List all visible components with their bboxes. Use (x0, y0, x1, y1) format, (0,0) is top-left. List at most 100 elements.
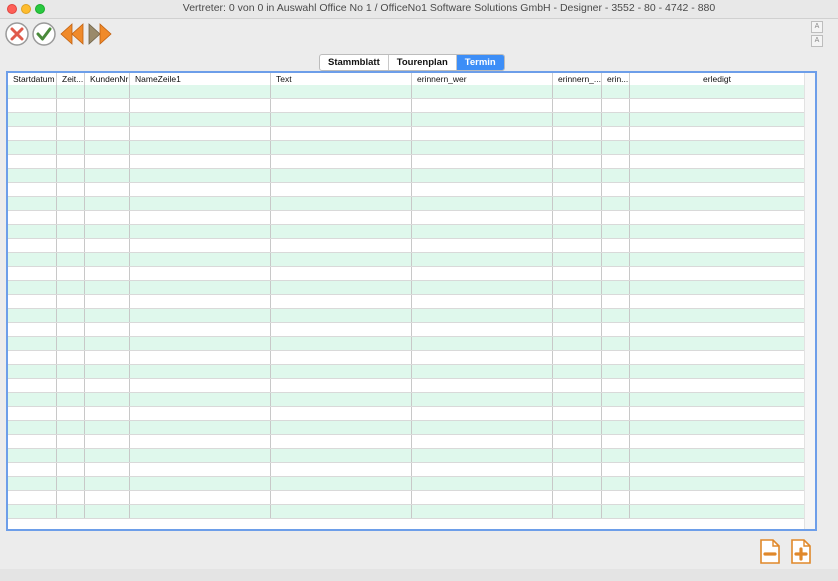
table-cell[interactable] (85, 309, 130, 322)
table-cell[interactable] (85, 477, 130, 490)
table-cell[interactable] (8, 99, 57, 112)
table-cell[interactable] (602, 463, 630, 476)
table-cell[interactable] (8, 449, 57, 462)
table-cell[interactable] (57, 225, 85, 238)
table-cell[interactable] (271, 267, 412, 280)
table-cell[interactable] (553, 99, 602, 112)
table-cell[interactable] (630, 183, 805, 196)
table-cell[interactable] (57, 351, 85, 364)
table-cell[interactable] (85, 491, 130, 504)
table-row[interactable] (8, 183, 805, 197)
table-row[interactable] (8, 505, 805, 519)
table-cell[interactable] (630, 337, 805, 350)
table-cell[interactable] (553, 379, 602, 392)
table-cell[interactable] (130, 323, 271, 336)
column-header-erledigt[interactable]: erledigt (630, 73, 805, 85)
table-cell[interactable] (85, 351, 130, 364)
table-cell[interactable] (412, 127, 553, 140)
table-cell[interactable] (130, 379, 271, 392)
tab-termin[interactable]: Termin (456, 55, 504, 70)
table-cell[interactable] (271, 253, 412, 266)
table-cell[interactable] (412, 253, 553, 266)
table-cell[interactable] (602, 183, 630, 196)
table-cell[interactable] (602, 281, 630, 294)
table-cell[interactable] (553, 505, 602, 518)
table-cell[interactable] (602, 407, 630, 420)
table-cell[interactable] (412, 477, 553, 490)
table-cell[interactable] (271, 323, 412, 336)
table-cell[interactable] (271, 421, 412, 434)
table-cell[interactable] (630, 351, 805, 364)
table-cell[interactable] (130, 99, 271, 112)
table-cell[interactable] (130, 169, 271, 182)
table-cell[interactable] (130, 141, 271, 154)
table-cell[interactable] (57, 211, 85, 224)
table-cell[interactable] (130, 393, 271, 406)
table-cell[interactable] (553, 267, 602, 280)
table-cell[interactable] (57, 113, 85, 126)
table-cell[interactable] (8, 197, 57, 210)
table-cell[interactable] (130, 309, 271, 322)
table-cell[interactable] (412, 169, 553, 182)
table-row[interactable] (8, 155, 805, 169)
table-cell[interactable] (8, 127, 57, 140)
table-cell[interactable] (85, 463, 130, 476)
table-cell[interactable] (630, 155, 805, 168)
table-cell[interactable] (602, 309, 630, 322)
table-cell[interactable] (8, 267, 57, 280)
table-cell[interactable] (553, 351, 602, 364)
table-row[interactable] (8, 113, 805, 127)
table-cell[interactable] (130, 281, 271, 294)
table-cell[interactable] (271, 141, 412, 154)
table-cell[interactable] (602, 197, 630, 210)
table-cell[interactable] (130, 407, 271, 420)
table-cell[interactable] (130, 211, 271, 224)
table-cell[interactable] (602, 365, 630, 378)
table-cell[interactable] (412, 239, 553, 252)
table-cell[interactable] (602, 155, 630, 168)
table-cell[interactable] (553, 155, 602, 168)
table-cell[interactable] (271, 449, 412, 462)
table-cell[interactable] (602, 239, 630, 252)
window-minimize-button[interactable] (21, 4, 31, 14)
table-row[interactable] (8, 407, 805, 421)
table-cell[interactable] (271, 169, 412, 182)
table-cell[interactable] (130, 239, 271, 252)
table-cell[interactable] (630, 169, 805, 182)
table-cell[interactable] (271, 477, 412, 490)
table-cell[interactable] (271, 155, 412, 168)
table-cell[interactable] (630, 239, 805, 252)
table-row[interactable] (8, 211, 805, 225)
table-cell[interactable] (271, 127, 412, 140)
table-cell[interactable] (553, 127, 602, 140)
table-cell[interactable] (630, 127, 805, 140)
table-cell[interactable] (271, 505, 412, 518)
table-cell[interactable] (412, 295, 553, 308)
table-cell[interactable] (8, 183, 57, 196)
table-cell[interactable] (602, 225, 630, 238)
table-cell[interactable] (553, 449, 602, 462)
table-cell[interactable] (130, 505, 271, 518)
table-cell[interactable] (85, 323, 130, 336)
table-cell[interactable] (8, 295, 57, 308)
table-cell[interactable] (8, 477, 57, 490)
table-cell[interactable] (271, 211, 412, 224)
table-cell[interactable] (85, 435, 130, 448)
table-cell[interactable] (130, 85, 271, 98)
column-header-kundennr[interactable]: KundenNr (85, 73, 130, 85)
table-cell[interactable] (57, 281, 85, 294)
table-cell[interactable] (85, 239, 130, 252)
table-cell[interactable] (271, 99, 412, 112)
table-cell[interactable] (85, 393, 130, 406)
table-cell[interactable] (85, 407, 130, 420)
table-cell[interactable] (8, 337, 57, 350)
table-cell[interactable] (130, 351, 271, 364)
table-cell[interactable] (130, 183, 271, 196)
appointments-grid[interactable]: Startdatum Zeit... KundenNr NameZeile1 T… (6, 71, 817, 531)
table-row[interactable] (8, 239, 805, 253)
table-cell[interactable] (412, 505, 553, 518)
table-row[interactable] (8, 309, 805, 323)
table-row[interactable] (8, 267, 805, 281)
table-cell[interactable] (130, 295, 271, 308)
table-cell[interactable] (630, 477, 805, 490)
